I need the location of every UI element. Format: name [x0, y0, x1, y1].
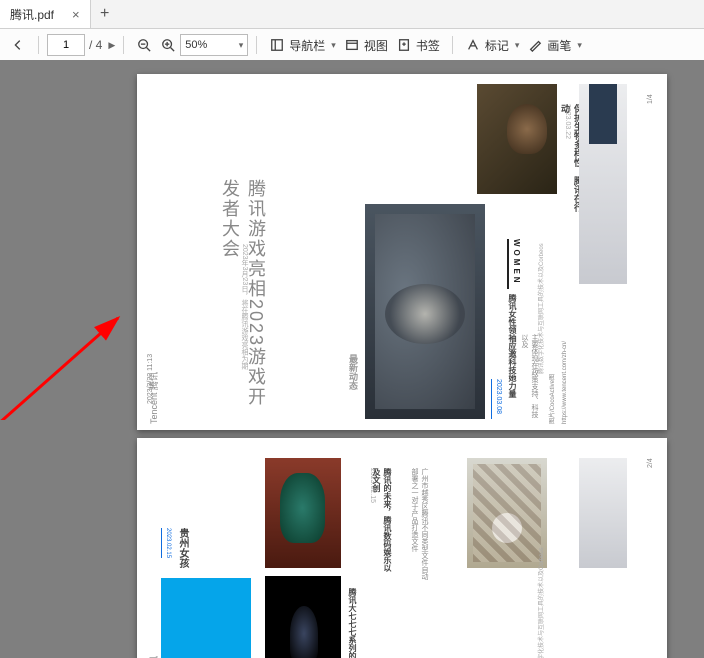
sidebar-icon: [269, 37, 285, 53]
hero-subtitle: 2023年3月23日，将在腾讯游戏亮相为期: [239, 244, 249, 414]
corner-note: 腾讯数字化技术与互联网工具的技术以及Corbeos: [536, 243, 545, 374]
zoom-in-icon: [160, 37, 176, 53]
zoom-value: 50%: [185, 39, 207, 51]
image-statue: [265, 458, 341, 568]
tab-title: 腾讯.pdf: [10, 6, 54, 23]
bookmark-icon: [396, 37, 412, 53]
separator: [452, 36, 453, 54]
pen-label: 画笔: [547, 37, 571, 54]
chevron-down-icon: ▾: [239, 40, 244, 51]
image-people: [365, 204, 485, 419]
mark-button[interactable]: 标记 ▾: [461, 35, 524, 56]
chevron-down-icon: ▾: [331, 40, 336, 51]
zoom-out-icon: [136, 37, 152, 53]
pdf-page-1: Tencent 腾讯 2023/3/22 11:13 腾讯游戏亮相2023游戏开…: [137, 74, 667, 430]
rule: [491, 379, 492, 419]
footer-credit: 图片/CocoActive图: [547, 374, 556, 424]
image-dancer: [265, 576, 341, 658]
tab-bar: 腾讯.pdf × +: [0, 0, 704, 29]
chevron-down-icon: ▾: [515, 40, 520, 51]
cap2-date: 2023.03.08: [495, 379, 502, 414]
page-date: 2023/3/22 11:13: [147, 354, 154, 404]
page-number-input[interactable]: [47, 34, 85, 56]
mark-label: 标记: [485, 37, 509, 54]
zoom-out-button[interactable]: [132, 35, 156, 55]
zoom-in-button[interactable]: [156, 35, 180, 55]
footer-url: https://www.tencent.com/zh-cn/: [562, 341, 568, 424]
active-tab[interactable]: 腾讯.pdf ×: [0, 0, 91, 28]
image-tall: [579, 84, 627, 284]
prev-page-button[interactable]: [6, 35, 30, 55]
document-viewport[interactable]: Tencent 腾讯 2023/3/22 11:13 腾讯游戏亮相2023游戏开…: [0, 60, 704, 658]
caption-3: 腾讯的未来，腾讯数码娱乐以及文创: [381, 468, 393, 578]
zoom-select[interactable]: 50% ▾: [180, 34, 248, 56]
chevron-right-small-icon[interactable]: ▶: [108, 40, 115, 51]
separator: [123, 36, 124, 54]
caption-4: 腾讯大七七七系列的格局发布: [347, 588, 358, 658]
pdf-page-2: Tencent 腾讯 2023.02.15 贵州女孩 腾讯大七七七系列的格局发布…: [137, 438, 667, 658]
tag-title: 贵州女孩: [175, 528, 190, 568]
toolbar: / 4 ▶ 50% ▾ 导航栏 ▾ 视图 书签 标记 ▾ 画笔 ▾: [0, 29, 704, 62]
separator: [256, 36, 257, 54]
chevron-down-icon: ▾: [577, 40, 582, 51]
section-label: 最新动态: [347, 354, 360, 414]
image-animal: [477, 84, 557, 194]
blue-box: [161, 578, 251, 658]
nav-panel-button[interactable]: 导航栏 ▾: [265, 35, 340, 56]
caption-2: 腾讯女性领袖应邀科技她力量: [507, 294, 518, 419]
chevron-left-icon: [10, 37, 26, 53]
view-button[interactable]: 视图: [340, 35, 392, 56]
page-num-2: 2/4: [647, 458, 654, 468]
new-tab-button[interactable]: +: [91, 0, 119, 28]
caption-3-sub: 广州市越秀区腾讯不同类型文件自动部署之一对于产品打造文件: [399, 468, 429, 583]
separator: [38, 36, 39, 54]
bookmark-button[interactable]: 书签: [392, 35, 444, 56]
image-group: [467, 458, 547, 568]
bookmark-label: 书签: [416, 37, 440, 54]
rule: [161, 528, 162, 558]
view-icon: [344, 37, 360, 53]
highlighter-icon: [465, 37, 481, 53]
nav-label: 导航栏: [289, 37, 325, 54]
view-label: 视图: [364, 37, 388, 54]
image-tall-2: [579, 458, 627, 568]
pen-icon: [527, 37, 543, 53]
pen-button[interactable]: 画笔 ▾: [523, 35, 586, 56]
corner-note-2: 腾讯数字化技术与互联网工具的技术以及Corbeos: [536, 547, 545, 658]
tag-date: 2023.02.15: [165, 528, 171, 558]
page-num: 1/4: [647, 94, 654, 104]
page-total-label: / 4: [89, 38, 102, 52]
close-tab-icon[interactable]: ×: [72, 7, 80, 22]
women-tag: WOMEN: [507, 239, 521, 289]
